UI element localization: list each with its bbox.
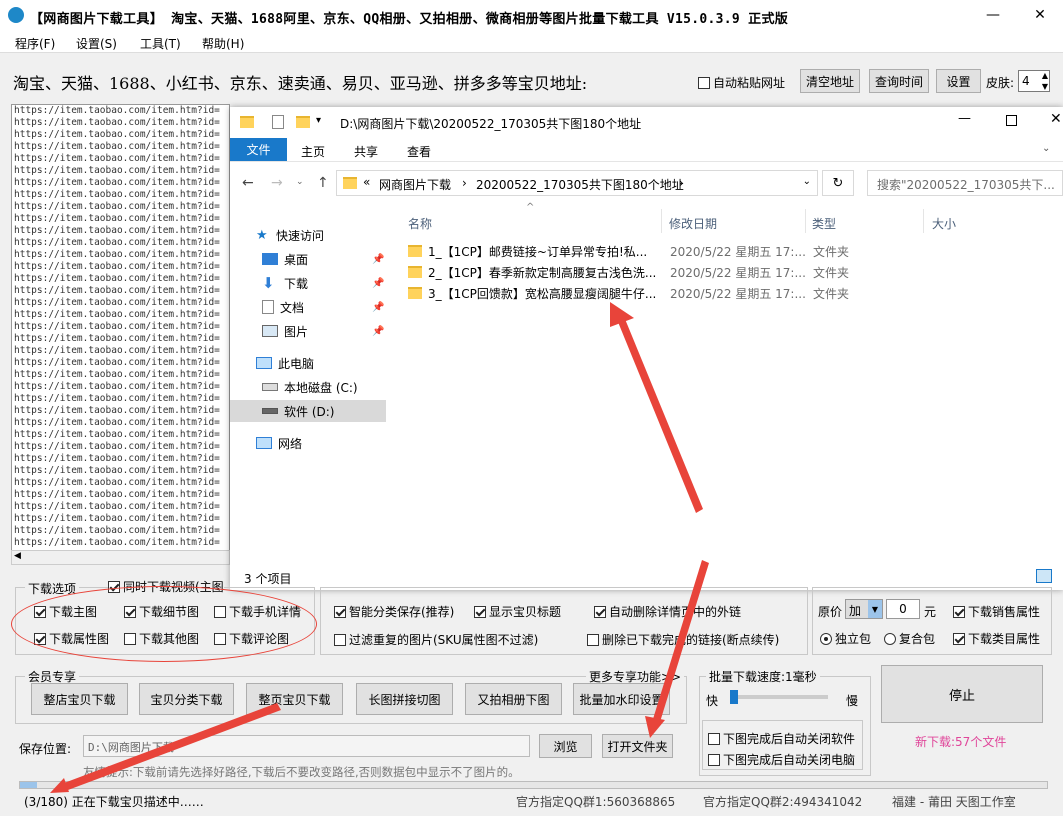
arrow-to-status	[50, 703, 281, 793]
arrow-to-folder	[610, 302, 703, 513]
arrow-to-open-folder	[645, 560, 709, 738]
annotation-arrows	[50, 302, 709, 793]
